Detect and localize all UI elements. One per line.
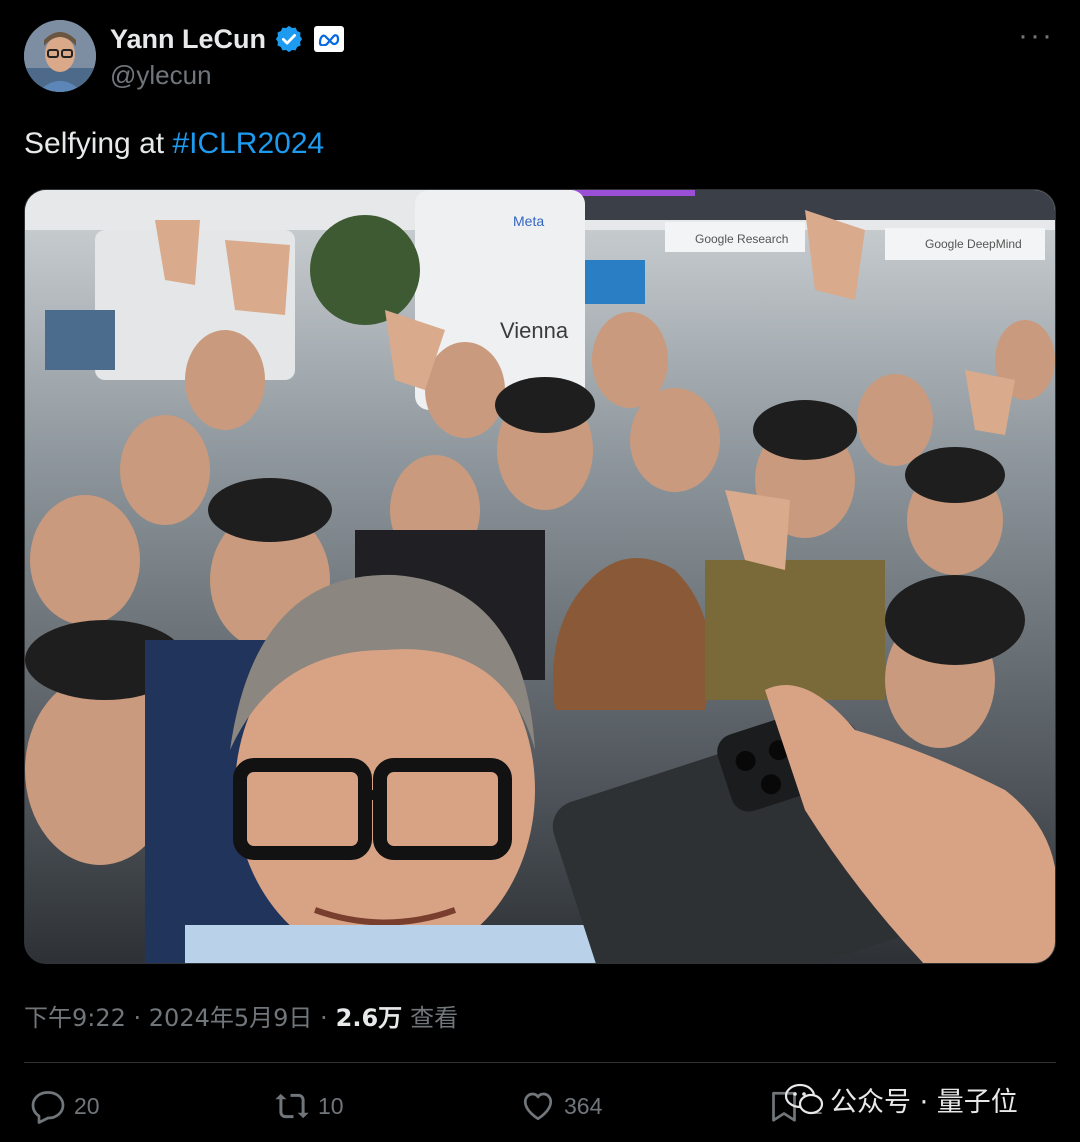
retweet-button[interactable]: 10 <box>274 1088 344 1124</box>
selfie-photo-image: Meta Vienna Google Research Google DeepM… <box>25 190 1055 963</box>
view-count: 2.6万 <box>335 1004 403 1032</box>
tweet: Yann LeCun @ylecun ··· Selfying at #ICLR… <box>0 0 1080 1142</box>
like-count: 364 <box>564 1092 603 1119</box>
svg-text:Google DeepMind: Google DeepMind <box>925 237 1022 251</box>
like-button[interactable]: 364 <box>520 1088 602 1124</box>
reply-icon <box>31 1091 65 1124</box>
view-count-label: 查看 <box>410 1004 459 1032</box>
tweet-meta: 下午9:22 · 2024年5月9日 · 2.6万 查看 <box>24 998 458 1033</box>
more-icon[interactable]: ··· <box>1018 21 1054 51</box>
like-icon <box>523 1092 553 1121</box>
avatar[interactable] <box>24 20 96 92</box>
divider <box>24 1062 1056 1063</box>
handle[interactable]: @ylecun <box>110 60 212 91</box>
watermark: 公众号 · 量子位 <box>784 1080 1018 1119</box>
reply-button[interactable]: 20 <box>30 1088 100 1124</box>
tweet-photo[interactable]: Meta Vienna Google Research Google DeepM… <box>24 189 1056 964</box>
verified-badge-icon <box>274 24 304 54</box>
display-name[interactable]: Yann LeCun <box>110 24 266 55</box>
hashtag-link[interactable]: #ICLR2024 <box>172 127 324 160</box>
wechat-icon <box>784 1083 824 1114</box>
retweet-icon <box>275 1093 309 1119</box>
svg-text:Meta: Meta <box>513 213 544 229</box>
watermark-text: 公众号 · 量子位 <box>830 1087 1018 1118</box>
timestamp[interactable]: 下午9:22 · 2024年5月9日 · <box>24 998 328 1033</box>
author-name-row: Yann LeCun <box>110 20 345 58</box>
meta-icon[interactable] <box>314 26 345 52</box>
tweet-text-prefix: Selfying at <box>24 127 173 160</box>
retweet-count: 10 <box>318 1092 344 1119</box>
reply-count: 20 <box>74 1092 100 1119</box>
svg-text:Google Research: Google Research <box>695 232 788 246</box>
svg-text:Vienna: Vienna <box>500 318 569 343</box>
tweet-text: Selfying at #ICLR2024 <box>24 124 324 164</box>
